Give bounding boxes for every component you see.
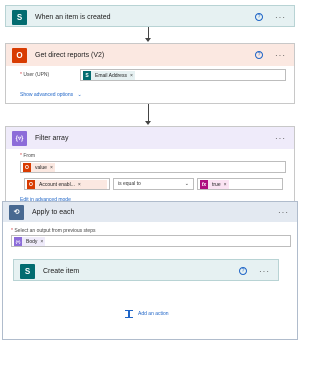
remove-token-icon[interactable]: × <box>40 239 43 245</box>
remove-token-icon[interactable]: × <box>78 182 81 188</box>
remove-token-icon[interactable]: × <box>224 182 227 188</box>
remove-token-icon[interactable]: × <box>50 165 53 171</box>
account-enabled-token[interactable]: O Account enabl... × <box>27 180 107 189</box>
more-options-icon[interactable]: ··· <box>278 208 289 217</box>
email-address-token[interactable]: S Email Address × <box>83 71 135 80</box>
apply-to-each-title: Apply to each <box>32 208 75 216</box>
create-item-card[interactable]: S Create item ? ··· <box>13 259 279 281</box>
select-output-input[interactable] <box>11 235 291 247</box>
add-an-action-link[interactable]: Add an action <box>138 311 169 317</box>
sharepoint-icon: S <box>83 71 91 80</box>
value-token[interactable]: O value × <box>23 163 55 172</box>
user-upn-label: * User (UPN) <box>20 72 50 78</box>
select-output-label: * Select an output from previous steps <box>11 228 96 234</box>
office-icon: O <box>27 180 35 189</box>
sharepoint-icon: S <box>12 9 27 25</box>
get-direct-reports-card[interactable]: O Get direct reports (V2) ? ··· * User (… <box>5 43 295 104</box>
show-advanced-options-link[interactable]: Show advanced options ⌄ <box>20 92 82 98</box>
add-action-icon <box>125 310 133 318</box>
trigger-header[interactable]: S When an item is created ? ··· <box>6 6 294 28</box>
filter-icon: {▿} <box>14 237 22 246</box>
connector-arrow-icon <box>145 38 151 42</box>
from-label: * From <box>20 153 36 159</box>
apply-to-each-header[interactable]: ⟲ Apply to each ··· <box>3 202 297 222</box>
from-input[interactable] <box>20 161 286 173</box>
chevron-down-icon: ⌄ <box>184 181 189 187</box>
filter-array-title: Filter array <box>35 134 69 142</box>
chevron-down-icon: ⌄ <box>77 92 82 98</box>
office-icon: O <box>23 163 31 172</box>
get-direct-reports-header[interactable]: O Get direct reports (V2) ? ··· <box>6 44 294 66</box>
help-icon[interactable]: ? <box>239 267 247 275</box>
help-icon[interactable]: ? <box>255 51 263 59</box>
sharepoint-icon: S <box>20 263 35 279</box>
more-options-icon[interactable]: ··· <box>275 13 286 22</box>
create-item-title: Create item <box>43 267 80 275</box>
remove-token-icon[interactable]: × <box>130 73 133 79</box>
help-icon[interactable]: ? <box>255 13 263 21</box>
get-direct-reports-title: Get direct reports (V2) <box>35 51 105 59</box>
expression-icon: fx <box>200 180 208 189</box>
more-options-icon[interactable]: ··· <box>275 51 286 60</box>
loop-icon: ⟲ <box>9 204 24 220</box>
filter-icon: {▿} <box>12 130 27 146</box>
filter-array-header[interactable]: {▿} Filter array ··· <box>6 127 294 149</box>
connector-line <box>148 104 149 121</box>
trigger-card[interactable]: S When an item is created ? ··· <box>5 5 295 27</box>
more-options-icon[interactable]: ··· <box>259 267 270 276</box>
operator-select[interactable]: is equal to ⌄ <box>113 178 194 190</box>
create-item-header[interactable]: S Create item ? ··· <box>14 260 278 282</box>
filter-array-card[interactable]: {▿} Filter array ··· * From O value × O … <box>5 126 295 206</box>
add-an-action-button[interactable]: Add an action <box>125 310 169 318</box>
connector-arrow-icon <box>145 121 151 125</box>
trigger-title: When an item is created <box>35 13 111 21</box>
office-icon: O <box>12 47 27 63</box>
true-expression-token[interactable]: fx true × <box>200 180 229 189</box>
more-options-icon[interactable]: ··· <box>275 134 286 143</box>
body-token[interactable]: {▿} Body × <box>14 237 46 246</box>
apply-to-each-card[interactable]: ⟲ Apply to each ··· * Select an output f… <box>2 201 298 340</box>
